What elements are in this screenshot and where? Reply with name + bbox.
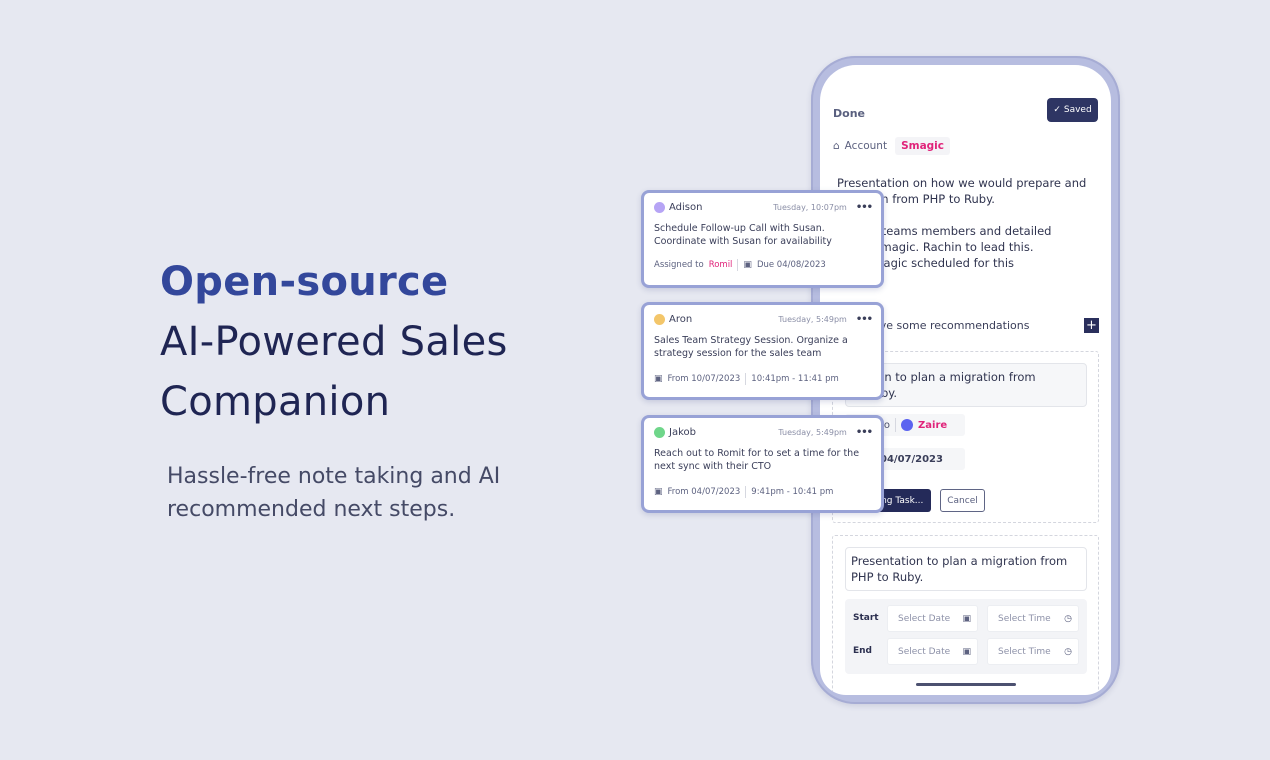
calendar-icon: ▣ (962, 613, 971, 624)
task-body: Reach out to Romit for to set a time for… (654, 448, 860, 472)
user-name: Adison (669, 202, 703, 213)
building-icon: ⌂ (833, 140, 840, 152)
hero-title: Open-source AI-Powered Sales Companion (160, 252, 527, 432)
time-range: 10:41pm - 11:41 pm (751, 374, 839, 384)
create-task-label: ing Task... (878, 495, 924, 506)
date-placeholder: Select Date (898, 613, 951, 624)
task-body: Sales Team Strategy Session. Organize a … (654, 335, 848, 359)
task-time: Tuesday, 5:49pm (778, 315, 847, 324)
account-label: Account (844, 140, 888, 152)
user-name: Aron (669, 314, 693, 325)
start-label: Start (853, 613, 879, 623)
end-date-picker[interactable]: Select Date ▣ (887, 638, 978, 665)
hero-title-line-3: Companion (160, 379, 391, 425)
end-time-picker[interactable]: Select Time ◷ (987, 638, 1079, 665)
hero-title-line-1: Open-source (160, 259, 449, 305)
divider (737, 259, 739, 271)
account-row: ⌂ Account Smagic (833, 137, 951, 155)
hero-section: Open-source AI-Powered Sales Companion H… (160, 252, 527, 526)
assignee-name: Zaire (918, 419, 948, 431)
due-date-value: 04/07/2023 (880, 453, 943, 465)
task-card[interactable]: Jakob Tuesday, 5:49pm ••• Reach out to R… (641, 415, 884, 513)
cancel-button[interactable]: Cancel (940, 489, 985, 512)
saved-label: Saved (1063, 105, 1092, 115)
time-placeholder: Select Time (998, 613, 1051, 624)
more-icon[interactable]: ••• (856, 427, 873, 438)
task-meta: Tuesday, 10:07pm ••• (773, 202, 873, 213)
end-row: End Select Date ▣ Select Time ◷ (845, 638, 1087, 665)
start-row: Start Select Date ▣ Select Time ◷ (845, 605, 1087, 632)
divider (745, 486, 747, 498)
task-card-header: Aron Tuesday, 5:49pm ••• (654, 314, 873, 325)
more-icon[interactable]: ••• (856, 314, 873, 325)
end-label: End (853, 646, 872, 656)
calendar-icon: ▣ (743, 260, 752, 270)
saved-button[interactable]: ✓ Saved (1047, 98, 1098, 122)
due-date: Due 04/08/2023 (756, 260, 826, 270)
task-time: Tuesday, 5:49pm (778, 428, 847, 437)
user-avatar (654, 202, 665, 213)
from-date: From 10/07/2023 (667, 374, 741, 384)
hero-title-line-2: AI-Powered Sales (160, 319, 508, 365)
start-time-picker[interactable]: Select Time ◷ (987, 605, 1079, 632)
time-placeholder: Select Time (998, 646, 1051, 657)
task-card[interactable]: Aron Tuesday, 5:49pm ••• Sales Team Stra… (641, 302, 884, 400)
clock-icon: ◷ (1064, 646, 1072, 657)
user-name: Jakob (669, 427, 696, 438)
hero-subtitle-text: Hassle-free note taking and AI recommend… (167, 464, 501, 522)
clock-icon: ◷ (1064, 613, 1072, 624)
check-icon: ✓ (1053, 105, 1061, 115)
recommendations-label: ave some recommendations (873, 319, 1030, 332)
calendar-icon: ▣ (962, 646, 971, 657)
calendar-icon: ▣ (654, 374, 663, 384)
recommendation-title-input[interactable]: Presentation to plan a migration from PH… (845, 547, 1087, 591)
assignee-name[interactable]: Romil (709, 260, 733, 270)
task-card-header: Adison Tuesday, 10:07pm ••• (654, 202, 873, 213)
divider (895, 418, 897, 432)
user-avatar (654, 314, 665, 325)
task-time: Tuesday, 10:07pm (773, 203, 847, 212)
recommendation-card: Presentation to plan a migration from PH… (832, 535, 1099, 695)
task-user: Aron (654, 314, 692, 325)
calendar-icon: ▣ (654, 487, 663, 497)
from-date: From 04/07/2023 (667, 487, 741, 497)
user-avatar (654, 427, 665, 438)
time-range: 9:41pm - 10:41 pm (751, 487, 834, 497)
account-tag[interactable]: Smagic (895, 137, 951, 155)
task-card[interactable]: Adison Tuesday, 10:07pm ••• Schedule Fol… (641, 190, 884, 288)
more-icon[interactable]: ••• (856, 202, 873, 213)
assignee-avatar (901, 419, 914, 431)
task-meta: Tuesday, 5:49pm ••• (778, 314, 873, 325)
done-button[interactable]: Done (833, 107, 865, 120)
schedule-box: Start Select Date ▣ Select Time ◷ End Se… (845, 599, 1087, 674)
task-card-header: Jakob Tuesday, 5:49pm ••• (654, 427, 873, 438)
task-footer: ▣ From 10/07/2023 10:41pm - 11:41 pm (654, 373, 839, 385)
task-body: Schedule Follow-up Call with Susan. Coor… (654, 223, 832, 247)
add-recommendation-button[interactable]: + (1084, 318, 1099, 333)
hero-subtitle: Hassle-free note taking and AI recommend… (167, 460, 527, 526)
task-user: Jakob (654, 427, 696, 438)
task-footer: ▣ From 04/07/2023 9:41pm - 10:41 pm (654, 486, 833, 498)
home-indicator (916, 683, 1016, 686)
task-user: Adison (654, 202, 702, 213)
assigned-label: Assigned to (654, 260, 704, 270)
date-placeholder: Select Date (898, 646, 951, 657)
divider (745, 373, 747, 385)
task-footer: Assigned to Romil ▣ Due 04/08/2023 (654, 259, 826, 271)
start-date-picker[interactable]: Select Date ▣ (887, 605, 978, 632)
task-meta: Tuesday, 5:49pm ••• (778, 427, 873, 438)
